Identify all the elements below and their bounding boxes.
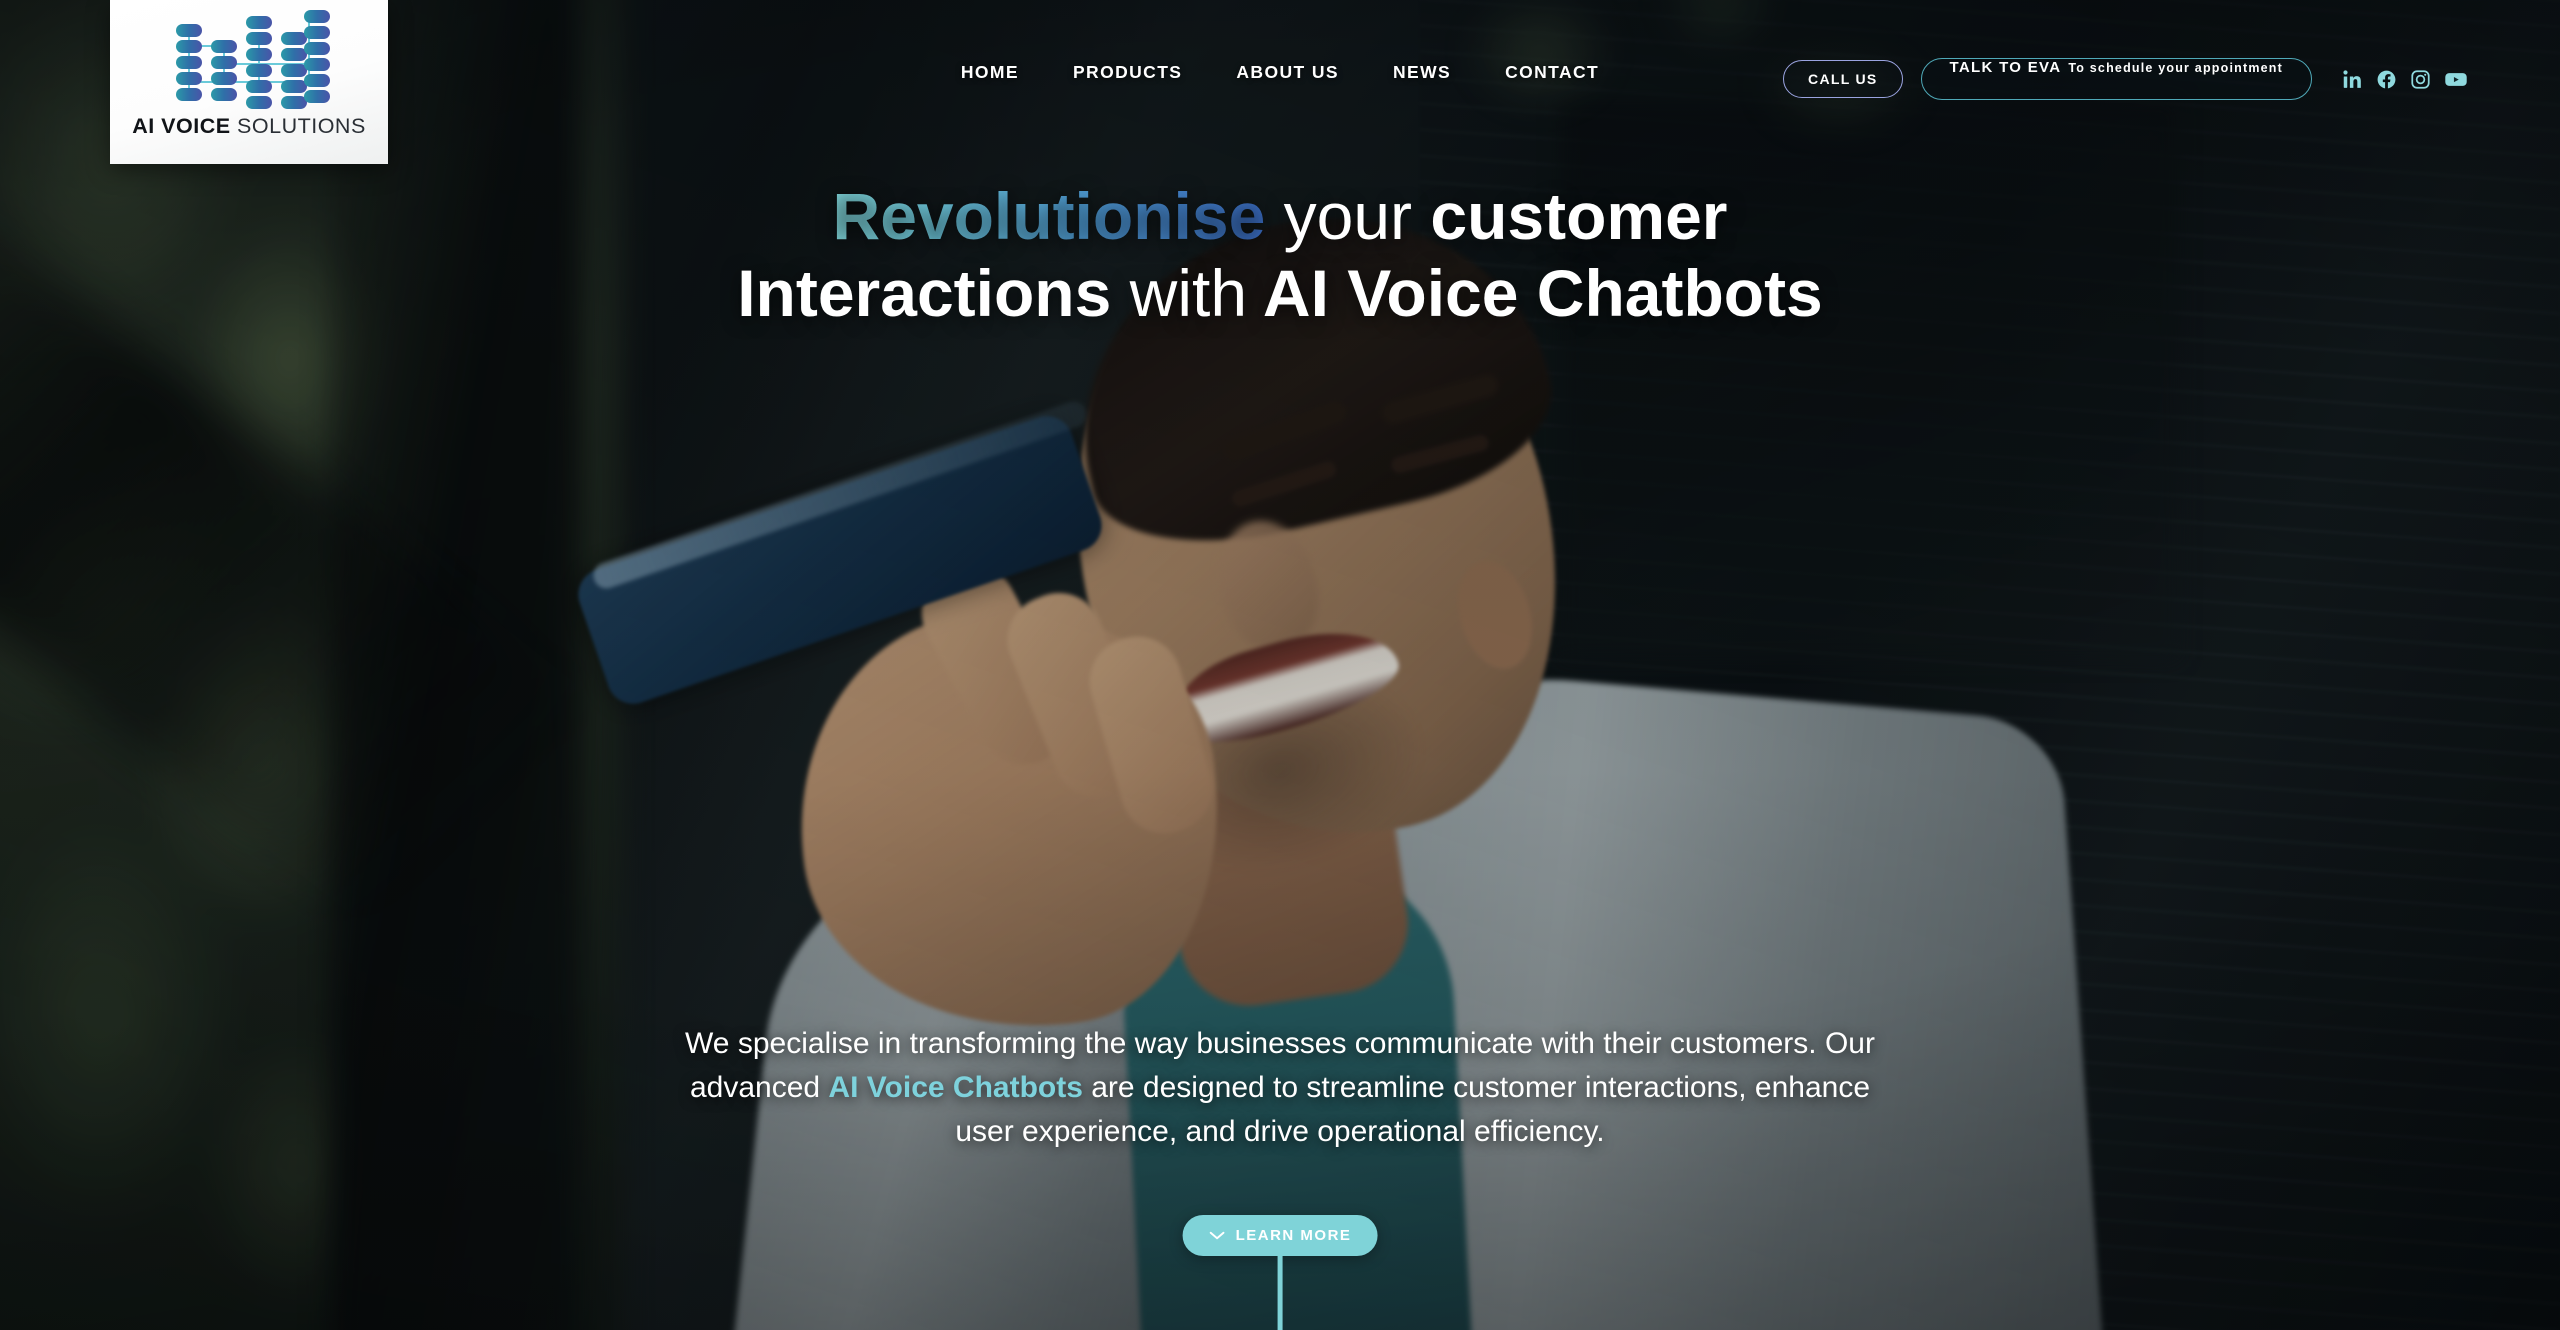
nav-item-about-us[interactable]: ABOUT US <box>1236 62 1339 83</box>
learn-more-area: LEARN MORE <box>1182 1215 1378 1330</box>
nav-item-contact[interactable]: CONTACT <box>1505 62 1599 83</box>
nav-item-home[interactable]: HOME <box>961 62 1019 83</box>
learn-more-label: LEARN MORE <box>1235 1227 1352 1244</box>
learn-more-button[interactable]: LEARN MORE <box>1182 1215 1378 1256</box>
eva-button-sub-label: To schedule your appointment <box>2068 61 2283 75</box>
call-us-button[interactable]: CALL US <box>1783 60 1903 98</box>
social-links <box>2342 69 2468 90</box>
scroll-indicator-line <box>1277 1256 1283 1330</box>
linkedin-icon[interactable] <box>2342 69 2363 90</box>
logo-word-bold: AI VOICE <box>132 114 231 138</box>
talk-to-eva-button[interactable]: TALK TO EVA To schedule your appointment <box>1920 58 2312 100</box>
site-header: AI VOICE SOLUTIONS HOME PRODUCTS ABOUT U… <box>0 0 2560 168</box>
nav-item-products[interactable]: PRODUCTS <box>1073 62 1182 83</box>
photo-color-grade <box>0 0 2560 1330</box>
logo-wordmark: AI VOICE SOLUTIONS <box>132 114 366 139</box>
nav-item-news[interactable]: NEWS <box>1393 62 1451 83</box>
equalizer-network-logo-icon <box>176 10 330 109</box>
youtube-icon[interactable] <box>2444 69 2468 90</box>
logo[interactable]: AI VOICE SOLUTIONS <box>110 0 388 164</box>
chevron-down-icon <box>1209 1231 1225 1240</box>
instagram-icon[interactable] <box>2410 69 2431 90</box>
logo-word-light: SOLUTIONS <box>230 114 366 138</box>
facebook-icon[interactable] <box>2376 69 2397 90</box>
hero-background-image <box>0 0 2560 1330</box>
eva-button-main-label: TALK TO EVA <box>1949 59 2062 76</box>
hero-section: AI VOICE SOLUTIONS HOME PRODUCTS ABOUT U… <box>0 0 2560 1330</box>
header-actions: CALL US TALK TO EVA To schedule your app… <box>1783 58 2468 100</box>
